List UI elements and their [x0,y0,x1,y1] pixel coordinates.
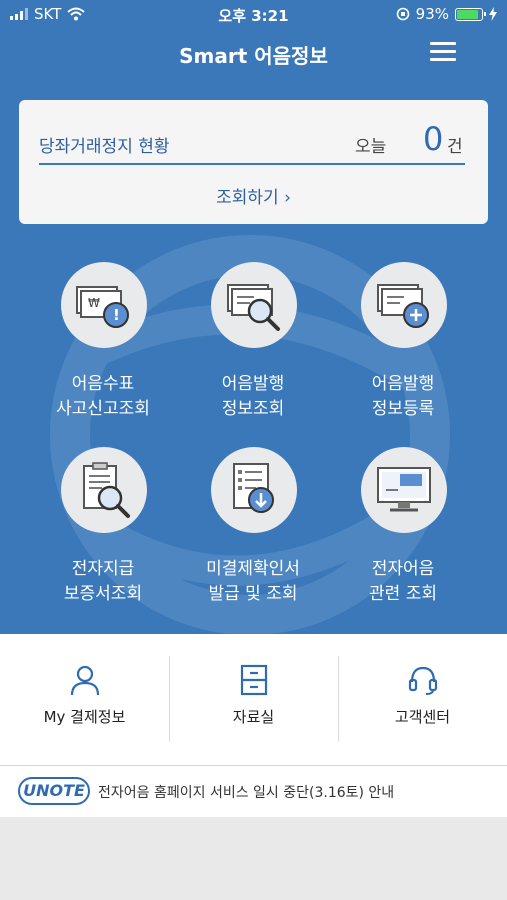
menu-label-line2: 관련 조회 [369,584,437,604]
notice-banner[interactable]: UNOTE 전자어음 홈페이지 서비스 일시 중단(3.16토) 안내 [0,765,507,817]
menu-label-line2: 정보등록 [371,399,435,419]
menu-label-line2: 사고신고조회 [56,399,150,419]
warning-check-icon: ₩ ! [61,262,147,348]
menu-label-line2: 보증서조회 [63,584,143,604]
quick-link-archive[interactable]: 자료실 [169,634,338,765]
unote-logo: UNOTE [18,777,90,805]
archive-icon [240,664,268,696]
quick-link-customer-center[interactable]: 고객센터 [338,634,507,765]
quick-link-my-payment[interactable]: My 결제정보 [0,634,169,765]
card-title: 당좌거래정지 현황 [39,137,170,157]
menu-item-payment-guarantee[interactable]: 전자지급 보증서조회 [28,447,178,617]
menu-item-unpaid-confirmation[interactable]: 미결제확인서 발급 및 조회 [178,447,328,617]
count-unit: 건 [447,137,463,157]
footer-area [0,817,507,900]
trade-suspension-card: 당좌거래정지 현황 오늘 0 건 조회하기 › [19,100,488,224]
inquire-link[interactable]: 조회하기 › [19,183,488,208]
svg-text:!: ! [113,306,120,324]
document-download-icon [211,447,297,533]
battery-icon [455,7,486,21]
menu-item-electronic-bill[interactable]: 전자어음 관련 조회 [328,447,478,617]
menu-label-line1: 어음발행 [371,374,435,394]
menu-label-line2: 발급 및 조회 [208,584,298,604]
menu-label-line2: 정보조회 [221,399,285,419]
menu-item-issue-info[interactable]: 어음발행 정보조회 [178,262,328,432]
card-divider [39,163,465,165]
monitor-icon [361,447,447,533]
person-icon [70,665,100,696]
menu-label-line1: 전자지급 [71,559,135,579]
battery-percent: 93% [415,5,449,23]
notice-text: 전자어음 홈페이지 서비스 일시 중단(3.16토) 안내 [98,785,395,801]
status-bar: SKT 오후 3:21 93% [0,0,507,28]
suspension-count: 0 [423,120,444,158]
headset-icon [408,666,438,695]
quick-links-panel: My 결제정보 자료실 고객센터 [0,634,507,765]
document-add-icon [361,262,447,348]
quick-link-label: 자료실 [232,708,275,726]
menu-label-line1: 어음발행 [221,374,285,394]
menu-label-line1: 미결제확인서 [206,559,300,579]
clipboard-search-icon [61,447,147,533]
svg-text:₩: ₩ [88,296,100,310]
hamburger-menu-icon[interactable] [428,40,458,64]
main-panel: Smart 어음정보 당좌거래정지 현황 오늘 0 건 조회하기 › ₩ ! 어… [0,0,507,634]
charging-bolt-icon [489,7,497,21]
menu-item-issue-register[interactable]: 어음발행 정보등록 [328,262,478,432]
quick-link-label: My 결제정보 [43,708,126,726]
orientation-lock-icon [396,7,409,21]
today-label: 오늘 [355,137,387,157]
menu-label-line1: 전자어음 [371,559,435,579]
menu-item-incident-report[interactable]: ₩ ! 어음수표 사고신고조회 [28,262,178,432]
menu-label-line1: 어음수표 [71,374,135,394]
quick-link-label: 고객센터 [394,708,451,726]
document-search-icon [211,262,297,348]
